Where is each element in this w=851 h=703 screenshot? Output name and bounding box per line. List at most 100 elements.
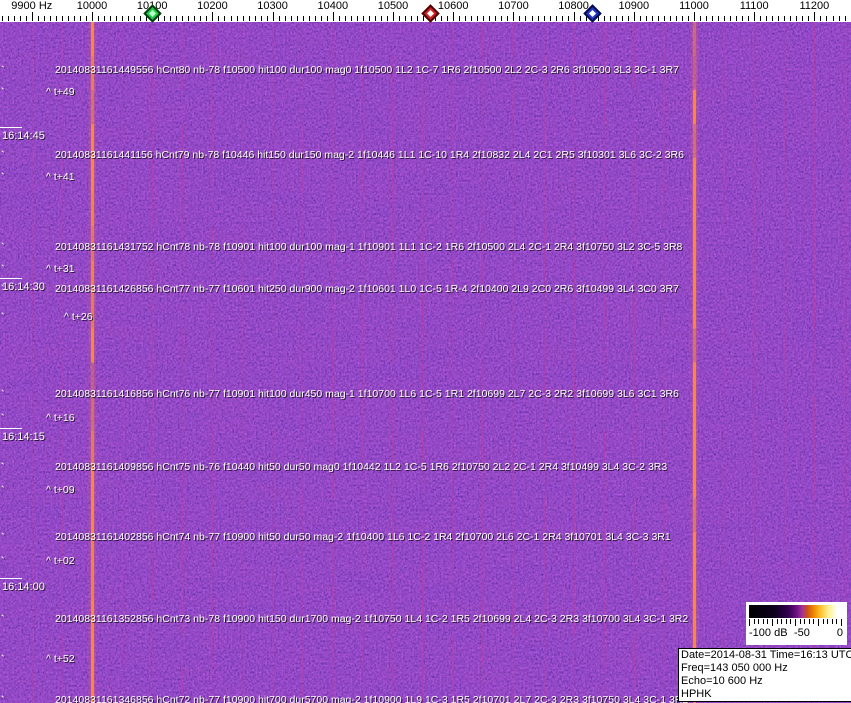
- frequency-tick: [682, 16, 683, 21]
- frequency-tick: [266, 16, 268, 21]
- legend-tick: [772, 619, 773, 626]
- frequency-tick: [362, 16, 364, 21]
- frequency-tick: [453, 12, 455, 21]
- frequency-tick: [519, 16, 521, 21]
- frequency-tick: [338, 16, 340, 21]
- legend-tick: [818, 619, 819, 626]
- echo-record-text: 20140831161431752 hCnt78 nb-78 f10901 hi…: [55, 241, 683, 253]
- frequency-tick: [381, 16, 382, 21]
- frequency-tick: [724, 16, 726, 21]
- frequency-tick: [25, 16, 27, 21]
- frequency-tick: [218, 16, 220, 21]
- legend-tick: [767, 619, 769, 624]
- frequency-tick: [284, 16, 286, 21]
- frequency-tick: [784, 16, 786, 21]
- frequency-tick: [706, 16, 707, 21]
- frequency-tick: [645, 16, 647, 21]
- record-edge-mark: `: [1, 413, 5, 425]
- echo-record-time-offset: ^ t+16: [46, 412, 75, 424]
- frequency-tick: [164, 16, 166, 21]
- frequency-tick: [609, 16, 611, 21]
- frequency-tick: [712, 16, 714, 21]
- frequency-tick: [688, 16, 689, 21]
- legend-tick: [831, 619, 833, 624]
- echo-record-text: 20140831161426856 hCnt77 nb-77 f10601 hi…: [55, 283, 679, 295]
- legend-tick: [841, 619, 842, 626]
- frequency-tick: [748, 16, 750, 21]
- frequency-tick: [248, 16, 250, 21]
- record-edge-mark: `: [1, 654, 5, 666]
- frequency-tick: [104, 16, 105, 21]
- frequency-tick: [760, 16, 762, 21]
- frequency-tick: [31, 12, 33, 21]
- frequency-tick: [176, 16, 178, 21]
- frequency-tick: [19, 16, 21, 21]
- frequency-tick: [663, 16, 665, 21]
- frequency-tick: [116, 16, 118, 21]
- frequency-tick: [206, 16, 208, 21]
- record-edge-mark: `: [1, 312, 5, 324]
- frequency-tick: [140, 16, 142, 21]
- record-edge-mark: `: [1, 462, 5, 474]
- frequency-tick: [495, 16, 497, 21]
- record-edge-mark: `: [1, 87, 5, 99]
- frequency-axis-label: 10700: [498, 0, 529, 12]
- frequency-tick: [447, 16, 449, 21]
- frequency-tick: [230, 16, 232, 21]
- record-edge-mark: `: [1, 242, 5, 254]
- frequency-tick: [272, 12, 274, 21]
- frequency-tick: [290, 16, 292, 21]
- amplitude-gradient-bar: [749, 605, 842, 618]
- frequency-tick: [621, 16, 623, 21]
- legend-tick: [785, 619, 787, 624]
- record-edge-mark: `: [1, 150, 5, 162]
- legend-tick: [808, 619, 810, 624]
- echo-record-time-offset: ^ t+52: [46, 653, 75, 665]
- frequency-tick: [73, 16, 75, 21]
- frequency-axis-label: 10800: [558, 0, 589, 12]
- frequency-tick: [314, 16, 316, 21]
- time-tick-line: [0, 278, 22, 279]
- time-tick-line: [0, 428, 22, 429]
- frequency-tick: [766, 16, 768, 21]
- legend-tick: [836, 619, 838, 624]
- spectrogram-canvas: 16:14:45 16:14:30 16:14:15 16:14:00 20140831…: [0, 22, 851, 703]
- frequency-tick: [405, 16, 406, 21]
- echo-record-time-offset: ^ t+49: [46, 86, 75, 98]
- info-callsign: HPHK: [681, 688, 712, 700]
- frequency-tick: [471, 16, 473, 21]
- frequency-tick: [61, 16, 63, 21]
- legend-tick: [762, 619, 764, 624]
- frequency-tick: [483, 16, 485, 21]
- frequency-tick: [531, 16, 533, 21]
- frequency-axis-label: 10500: [377, 0, 409, 12]
- frequency-axis-label: 10900: [618, 0, 650, 12]
- frequency-tick: [525, 16, 527, 21]
- frequency-axis-label: 10400: [317, 0, 349, 12]
- frequency-tick: [224, 16, 226, 21]
- record-edge-mark: `: [1, 532, 5, 544]
- legend-tick: [776, 619, 778, 624]
- frequency-tick: [194, 16, 196, 21]
- frequency-tick: [790, 16, 792, 21]
- echo-record-text: 20140831161346856 hCnt72 nb-77 f10900 hi…: [55, 694, 689, 703]
- time-label: 16:14:45: [2, 130, 45, 142]
- frequency-tick: [417, 16, 419, 21]
- frequency-tick: [736, 16, 738, 21]
- legend-tick: [795, 619, 796, 626]
- frequency-tick: [796, 16, 798, 21]
- frequency-tick: [675, 16, 677, 21]
- frequency-tick: [441, 16, 443, 21]
- legend-tick: [758, 619, 760, 624]
- legend-label-max: 0: [836, 627, 843, 639]
- record-edge-mark: `: [1, 65, 5, 77]
- frequency-tick: [411, 16, 413, 21]
- info-echo: Echo=10 600 Hz: [681, 675, 763, 687]
- frequency-tick: [260, 16, 262, 21]
- frequency-tick: [772, 16, 774, 21]
- frequency-tick: [374, 16, 376, 21]
- time-label: 16:14:00: [2, 581, 45, 593]
- frequency-tick: [92, 12, 93, 21]
- time-tick-line: [0, 127, 22, 128]
- status-info-box: Date=2014-08-31 Time=16:13 UTC Freq=143 …: [678, 648, 851, 702]
